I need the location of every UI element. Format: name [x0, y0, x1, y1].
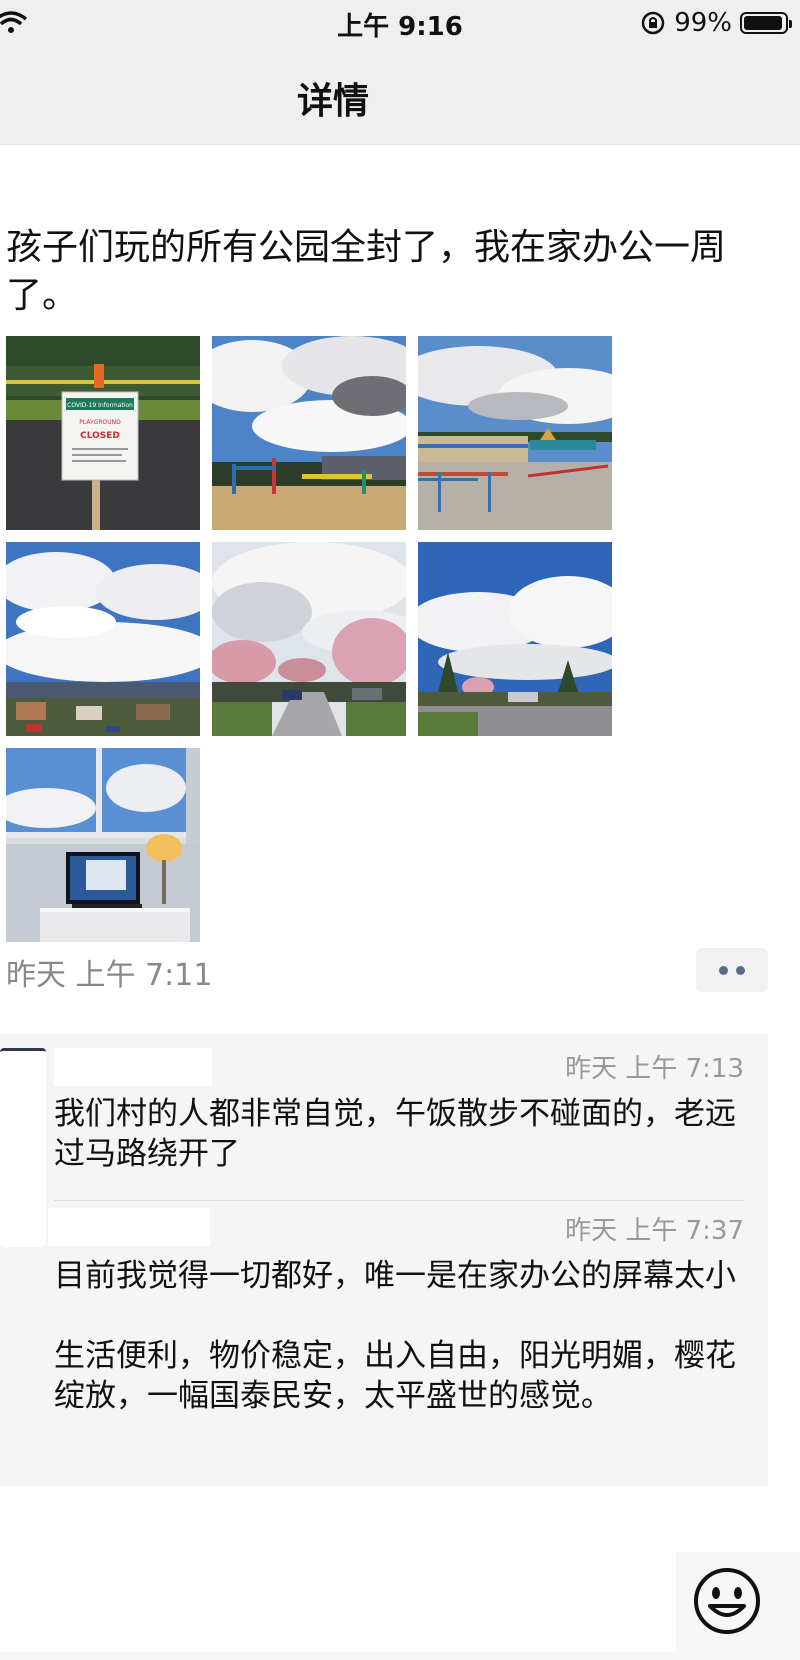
comment-text: 目前我觉得一切都好，唯一是在家办公的屏幕太小 生活便利，物价稳定，出入自由，阳光…	[54, 1258, 736, 1414]
post-image-6[interactable]	[418, 542, 612, 736]
sign-closed: CLOSED	[80, 431, 120, 441]
rotation-lock-icon	[641, 11, 665, 35]
status-right: 99%	[640, 8, 792, 38]
post-image-3[interactable]	[418, 336, 612, 530]
sign-title: COVID-19 Information	[67, 402, 133, 409]
comment-author-name[interactable]	[54, 1048, 212, 1086]
comment-text: 我们村的人都非常自觉，午饭散步不碰面的，老远过马路绕开了	[54, 1096, 736, 1172]
nav-bar: 详情	[0, 48, 800, 145]
post-image-7[interactable]	[6, 748, 200, 942]
post-image-2[interactable]	[212, 336, 406, 530]
comment-time: 昨天 上午 7:37	[565, 1216, 744, 1246]
comment-author-name[interactable]	[48, 1208, 210, 1246]
avatar[interactable]	[0, 1048, 46, 1247]
more-dots-icon	[719, 965, 745, 975]
post-image-1[interactable]: COVID-19 Information PLAYGROUND CLOSED	[6, 336, 200, 530]
post-timestamp: 昨天 上午 7:11	[6, 958, 213, 993]
post-image-4[interactable]	[6, 542, 200, 736]
post-text: 孩子们玩的所有公园全封了，我在家办公一周了。	[6, 227, 727, 316]
more-button[interactable]	[696, 948, 768, 992]
comment-divider	[54, 1200, 744, 1201]
comment-time: 昨天 上午 7:13	[565, 1054, 744, 1084]
post-image-5[interactable]	[212, 542, 406, 736]
page-title: 详情	[296, 81, 369, 122]
status-bar: 上午 9:16 99%	[0, 0, 800, 48]
battery-icon	[740, 12, 792, 34]
comment-input-bar	[0, 1552, 800, 1660]
comments-section: 昨天 上午 7:13 我们村的人都非常自觉，午饭散步不碰面的，老远过马路绕开了 …	[0, 1034, 768, 1486]
sign-sub: PLAYGROUND	[79, 419, 121, 426]
comment-input[interactable]	[0, 1552, 676, 1652]
battery-percent: 99%	[674, 8, 732, 38]
emoji-icon[interactable]	[692, 1566, 762, 1636]
